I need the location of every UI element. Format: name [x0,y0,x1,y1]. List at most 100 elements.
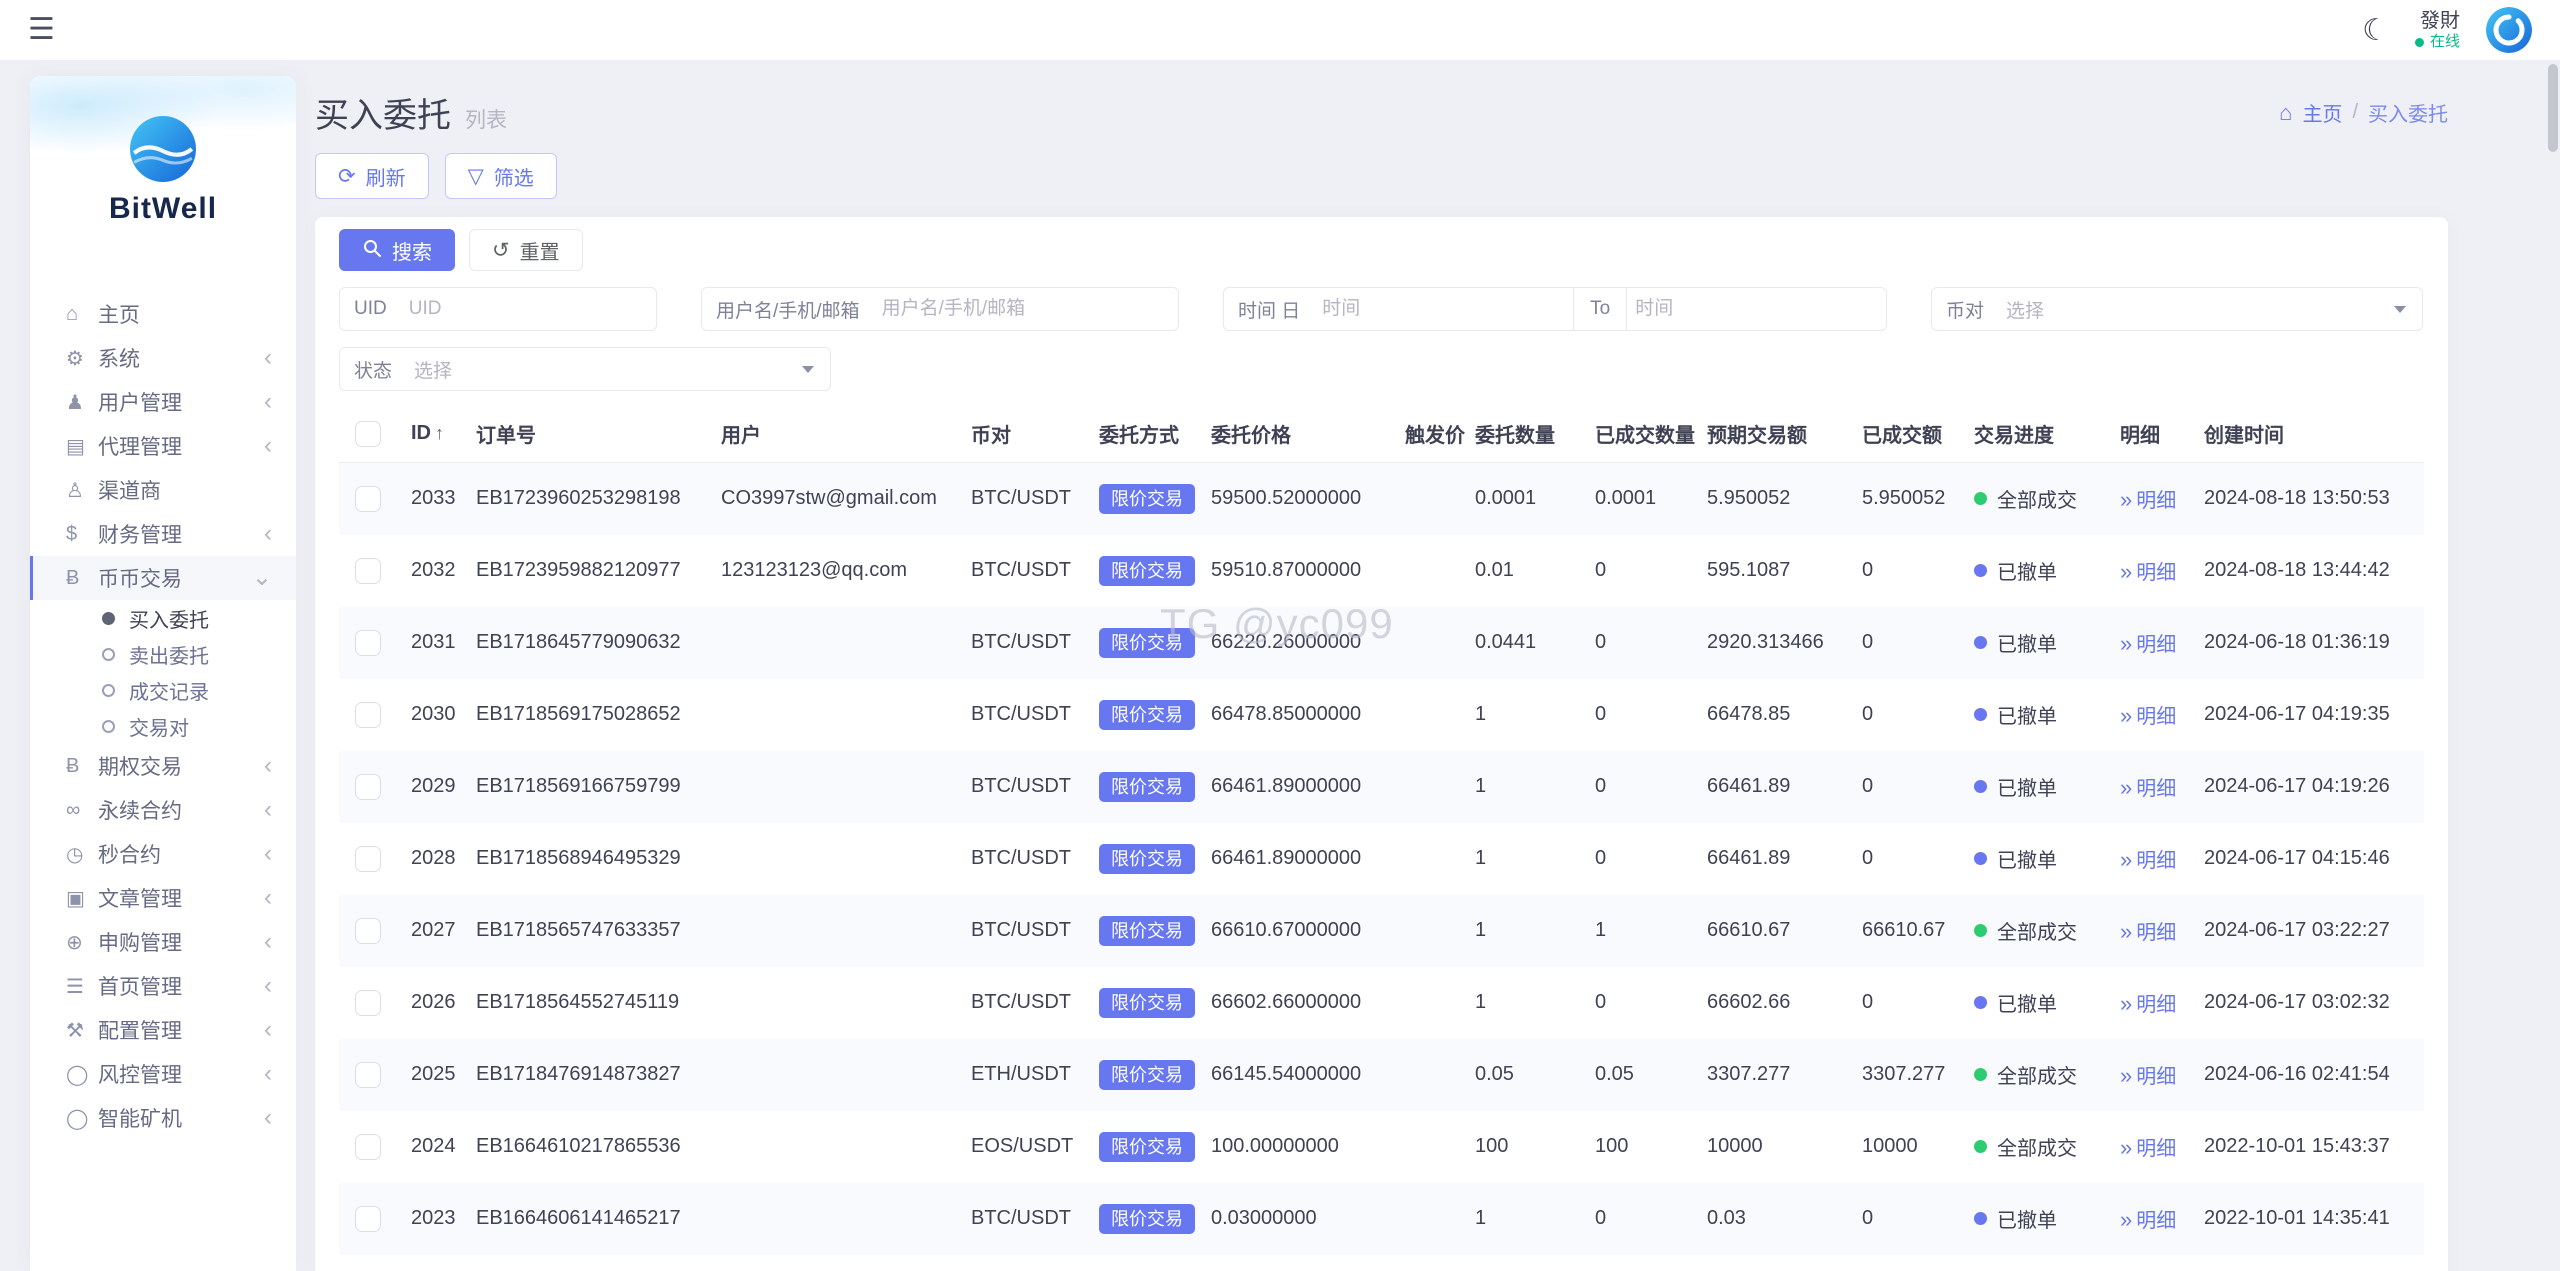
reset-button[interactable]: ↺ 重置 [469,229,583,271]
sidebar-item-label: 财务管理 [98,524,182,547]
sidebar-subitem-trading-pairs[interactable]: 交易对 [30,708,296,744]
select-all-checkbox[interactable] [355,420,381,447]
column-header[interactable]: 明细 [2108,405,2192,463]
sidebar-subitem-trade-records[interactable]: 成交记录 [30,672,296,708]
sidebar-item-miner[interactable]: ◯ 智能矿机 ‹ [30,1096,296,1140]
sidebar-item-subscription[interactable]: ⊕ 申购管理 ‹ [30,920,296,964]
detail-link[interactable]: » 明细 [2120,631,2176,656]
sidebar-subitem-sell-orders[interactable]: 卖出委托 [30,636,296,672]
column-header[interactable]: 订单号 [464,405,709,463]
row-checkbox[interactable] [355,557,381,584]
row-checkbox[interactable] [355,485,381,512]
row-progress: 全部成交 [1962,462,2108,535]
sidebar-item-seconds[interactable]: ◷ 秒合约 ‹ [30,832,296,876]
sidebar-item-channel[interactable]: ♙ 渠道商 [30,468,296,512]
column-header[interactable]: 委托数量 [1463,405,1583,463]
sidebar-item-system[interactable]: ⚙ 系统 ‹ [30,336,296,380]
row-filled-quantity: 0.0001 [1583,462,1695,535]
column-header[interactable]: 币对 [959,405,1087,463]
detail-link-label: 明细 [2136,706,2177,728]
detail-link[interactable]: » 明细 [2120,703,2177,728]
column-header[interactable]: 委托方式 [1087,405,1199,463]
time-start-input[interactable] [1314,298,1574,320]
row-detail-cell: »明细 [2108,823,2192,895]
search-button[interactable]: 搜索 [339,229,455,271]
column-header[interactable]: ID ↑ [399,405,464,463]
row-expected-amount: 10000 [1707,1135,1763,1157]
scrollbar[interactable] [2548,64,2558,152]
chevron-left-icon: ‹ [264,752,272,779]
filter-button[interactable]: ▽ 筛选 [444,153,557,199]
user-info[interactable]: 發財 在线 [2414,9,2460,51]
detail-link[interactable]: » 明细 [2120,919,2176,944]
sidebar-item-home[interactable]: ⌂ 主页 [30,292,296,336]
detail-link[interactable]: » 明细 [2120,1207,2176,1232]
sidebar-item-options[interactable]: Ƀ 期权交易 ‹ [30,744,296,788]
sidebar-subitem-buy-orders[interactable]: 买入委托 [30,600,296,636]
row-pair: BTC/USDT [959,894,1087,967]
pair-select[interactable]: 币对 选择 [1931,287,2423,331]
row-checkbox[interactable] [355,1205,381,1232]
row-price: 66610.67000000 [1199,894,1393,967]
status-label: 全部成交 [1997,490,2077,513]
sidebar-item-agents[interactable]: ▤ 代理管理 ‹ [30,424,296,468]
row-order-no: EB1718569166759799 [464,750,709,823]
row-checkbox[interactable] [355,917,381,944]
sidebar-item-users[interactable]: ♟ 用户管理 ‹ [30,380,296,424]
sidebar-item-spot[interactable]: Ƀ 币币交易 ⌄ [30,556,296,600]
table-row: 2029 EB1718569166759799 BTC/USDT 限价交易 66461.… [339,750,2424,823]
detail-link[interactable]: » 明细 [2120,847,2176,872]
user-input[interactable] [873,298,1178,320]
row-detail-cell: »明细 [2108,1182,2192,1255]
column-header[interactable]: 已成交额 [1850,405,1962,463]
article-icon: ▣ [66,887,85,910]
row-progress: 全部成交 [1962,894,2108,967]
column-header[interactable]: 预期交易额 [1695,405,1850,463]
row-checkbox[interactable] [355,845,381,872]
row-checkbox[interactable] [355,989,381,1016]
home-icon: ⌂ [66,302,79,325]
sidebar-item-risk[interactable]: ◯ 风控管理 ‹ [30,1052,296,1096]
uid-input[interactable] [400,298,656,320]
column-header[interactable]: 交易进度 [1962,405,2108,463]
row-filled-quantity: 0 [1595,703,1607,725]
time-end-input[interactable] [1627,298,1887,320]
avatar[interactable] [2486,7,2532,53]
row-checkbox[interactable] [355,629,381,656]
column-header[interactable]: 委托价格 [1199,405,1393,463]
row-checkbox[interactable] [355,701,381,728]
row-checkbox[interactable] [355,1061,381,1088]
column-header[interactable]: 触发价 [1393,405,1465,463]
refresh-button[interactable]: ⟳ 刷新 [315,153,429,199]
column-header[interactable]: 创建时间 [2192,405,2424,463]
sidebar-item-finance[interactable]: $ 财务管理 ‹ [30,512,296,556]
column-header[interactable]: 用户 [709,405,959,463]
detail-link[interactable]: » 明细 [2120,487,2176,512]
detail-link[interactable]: » 明细 [2120,1135,2176,1160]
sidebar-item-config[interactable]: ⚒ 配置管理 ‹ [30,1008,296,1052]
sidebar-item-perpetual[interactable]: ∞ 永续合约 ‹ [30,788,296,832]
hamburger-menu-icon[interactable]: ☰ [28,15,55,45]
row-id: 2026 [411,991,456,1013]
row-checkbox[interactable] [355,1133,381,1160]
breadcrumb-home-link[interactable]: 主页 [2302,98,2342,127]
column-header[interactable]: 已成交数量 [1583,405,1695,463]
dark-mode-toggle-icon[interactable]: ☾ [2362,13,2389,48]
detail-link[interactable]: » 明细 [2120,1063,2176,1088]
detail-link[interactable]: » 明细 [2120,775,2176,800]
status-select[interactable]: 状态 选择 [339,347,831,391]
row-checkbox[interactable] [355,773,381,800]
breadcrumb-separator: / [2352,101,2358,123]
detail-link[interactable]: » 明细 [2120,991,2176,1016]
row-filled-amount: 5.950052 [1850,462,1962,535]
filter-button-label: 筛选 [493,167,534,190]
detail-link[interactable]: » 明细 [2120,559,2176,584]
row-expected-amount: 66461.89 [1707,847,1791,869]
row-order-no: EB1718476914873827 [464,1038,709,1111]
row-filled-quantity: 1 [1583,894,1695,967]
order-type-badge: 限价交易 [1099,915,1195,946]
row-checkbox-cell [339,894,399,967]
sidebar-item-homepage[interactable]: ☰ 首页管理 ‹ [30,964,296,1008]
sidebar-item-articles[interactable]: ▣ 文章管理 ‹ [30,876,296,920]
bullet-icon [102,683,115,697]
